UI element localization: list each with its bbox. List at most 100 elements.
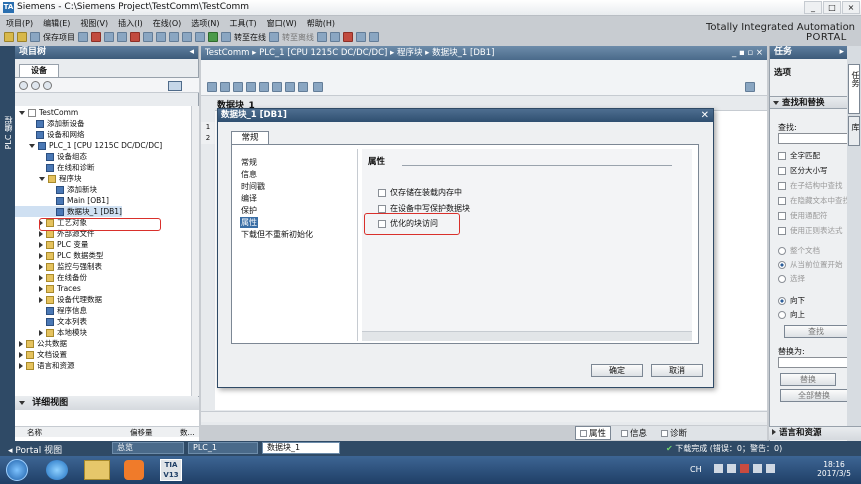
upload-icon[interactable] (195, 32, 205, 42)
collapsed-icon[interactable] (19, 362, 23, 369)
close-button[interactable]: × (842, 1, 860, 14)
portal-view-button[interactable]: ◂ Portal 视图 (8, 443, 62, 456)
col-offset[interactable]: 偏移量 (130, 427, 153, 438)
dialog-nav-item[interactable]: 常规 (240, 157, 258, 168)
search-scope-radio[interactable] (778, 297, 786, 305)
minimize-button[interactable]: _ (804, 1, 822, 14)
print-icon[interactable] (78, 32, 88, 42)
tray-flag-icon[interactable] (740, 464, 749, 473)
download-icon[interactable] (182, 32, 192, 42)
tree-item[interactable]: 本地模块 (15, 327, 87, 338)
expanded-icon[interactable] (29, 143, 35, 148)
inspector-tab-diagnostics[interactable]: 诊断 (657, 427, 691, 439)
replace-input[interactable] (778, 357, 848, 368)
layout-icon[interactable] (745, 82, 755, 92)
tree-item[interactable]: 监控与强制表 (15, 261, 102, 272)
collapsed-icon[interactable] (39, 296, 43, 303)
go-online-icon[interactable] (221, 32, 231, 42)
tree-item[interactable]: 程序块 (15, 173, 82, 184)
start-button[interactable] (6, 459, 28, 481)
go-offline-button[interactable]: 转至离线 (282, 32, 314, 43)
input-language[interactable]: CH (690, 465, 702, 474)
libraries-vertical-tab[interactable]: 库 (848, 116, 860, 146)
tree-item[interactable]: PLC 变量 (15, 239, 88, 250)
menu-insert[interactable]: 插入(I) (118, 18, 143, 29)
tree-item[interactable]: 语言和资源 (15, 360, 75, 371)
collapsed-icon[interactable] (39, 329, 43, 336)
tray-help-icon[interactable] (714, 464, 723, 473)
inspector-tab-info[interactable]: 信息 (617, 427, 651, 439)
overview-icon[interactable] (168, 81, 182, 91)
tree-item[interactable]: Main [OB1] (15, 195, 109, 206)
tree-item[interactable]: 公共数据 (15, 338, 67, 349)
monitor-all-icon[interactable] (272, 82, 282, 92)
tree-item[interactable]: 添加新设备 (15, 118, 85, 129)
dialog-close-icon[interactable]: ✕ (701, 109, 709, 122)
maximize-button[interactable]: □ (823, 1, 841, 14)
find-option[interactable]: 在隐藏文本中查找 (778, 195, 850, 206)
dialog-nav-item[interactable]: 时间戳 (240, 181, 266, 192)
collapsed-icon[interactable] (39, 241, 43, 248)
go-offline-icon[interactable] (269, 32, 279, 42)
tree-item[interactable]: 文本列表 (15, 316, 87, 327)
dialog-nav-item[interactable]: 属性 (240, 217, 258, 228)
find-option-checkbox[interactable] (778, 212, 786, 220)
search-scope-option[interactable]: 向下 (778, 295, 805, 306)
delete-icon[interactable] (130, 32, 140, 42)
find-option[interactable]: 使用正则表达式 (778, 225, 843, 236)
search-scope-radio[interactable] (778, 247, 786, 255)
overview-tab[interactable]: 总览 (112, 442, 184, 454)
editor-window-controls[interactable]: _ ▪ ▫ × (732, 46, 763, 60)
collapsed-icon[interactable] (39, 252, 43, 259)
dialog-nav-item[interactable]: 信息 (240, 169, 258, 180)
copy-snapshot-icon[interactable] (246, 82, 256, 92)
find-option[interactable]: 使用通配符 (778, 210, 828, 221)
ok-button[interactable]: 确定 (591, 364, 643, 377)
languages-resources-header[interactable]: 语言和资源 (769, 426, 861, 440)
collapsed-icon[interactable] (39, 285, 43, 292)
dialog-nav-item[interactable]: 下载但不重新初始化 (240, 229, 314, 240)
collapsed-icon[interactable] (19, 340, 23, 347)
tree-scrollbar[interactable] (191, 106, 199, 396)
cross-reference-icon[interactable] (330, 32, 340, 42)
tree-item[interactable]: PLC_1 [CPU 1215C DC/DC/DC] (15, 140, 162, 151)
editor-hscrollbar[interactable] (201, 411, 767, 422)
find-input[interactable] (778, 133, 848, 144)
tree-item[interactable]: 设备组态 (15, 151, 87, 162)
tree-item[interactable]: 设备代理数据 (15, 294, 102, 305)
accessible-devices-icon[interactable] (317, 32, 327, 42)
tree-item[interactable]: TestComm (15, 107, 78, 118)
tasks-vertical-tab[interactable]: 任务 (848, 64, 860, 114)
expanded-icon[interactable] (19, 110, 25, 115)
tia-portal-icon[interactable]: TIA V13 (160, 459, 182, 481)
load-snapshot-icon[interactable] (298, 82, 308, 92)
replace-all-button[interactable]: 全部替换 (780, 389, 848, 402)
redo-icon[interactable] (156, 32, 166, 42)
find-option-checkbox[interactable] (778, 152, 786, 160)
tree-item[interactable]: 文档设置 (15, 349, 67, 360)
collapsed-icon[interactable] (39, 230, 43, 237)
menu-tools[interactable]: 工具(T) (229, 18, 256, 29)
back-icon[interactable] (19, 81, 28, 90)
tree-item[interactable]: 数据块_1 [DB1] (15, 206, 122, 217)
menu-online[interactable]: 在线(O) (153, 18, 182, 29)
menu-project[interactable]: 项目(P) (6, 18, 33, 29)
datablock-tab[interactable]: 数据块_1 (262, 442, 340, 454)
tray-volume-icon[interactable] (766, 464, 775, 473)
search-scope-option[interactable]: 选择 (778, 273, 805, 284)
cancel-button[interactable]: 取消 (651, 364, 703, 377)
copy-icon[interactable] (104, 32, 114, 42)
search-scope-radio[interactable] (778, 311, 786, 319)
clock[interactable]: 18:16 2017/3/5 (812, 460, 856, 478)
refresh-icon[interactable] (43, 81, 52, 90)
devices-tab[interactable]: 设备 (19, 64, 59, 77)
col-num[interactable]: 数... (180, 427, 195, 438)
task-card-controls[interactable]: ▸ (839, 46, 844, 59)
open-project-icon[interactable] (17, 32, 27, 42)
find-option[interactable]: 区分大小写 (778, 165, 828, 176)
ie-icon[interactable] (46, 460, 68, 480)
explorer-icon[interactable] (84, 460, 110, 480)
details-view-header[interactable]: 详细视图 (15, 397, 199, 410)
new-project-icon[interactable] (4, 32, 14, 42)
save-project-button[interactable]: 保存项目 (43, 32, 75, 43)
